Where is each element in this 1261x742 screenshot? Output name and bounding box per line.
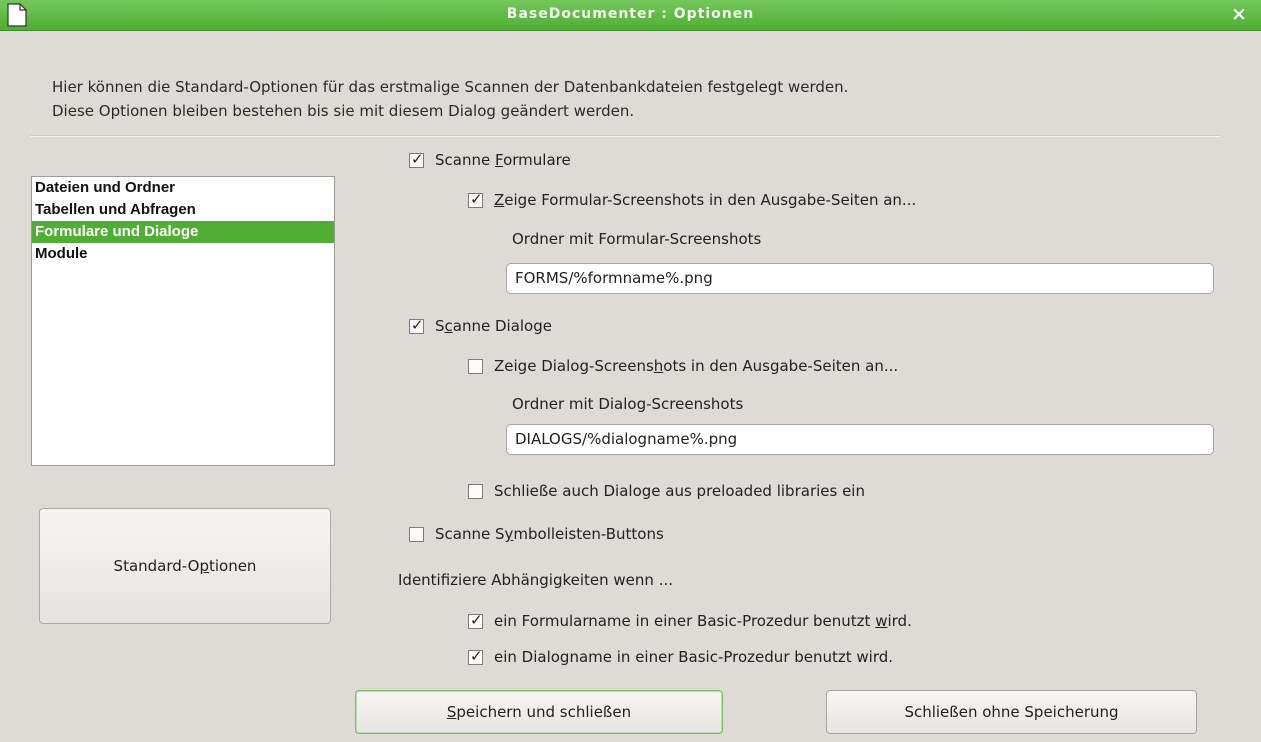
dependencies-label: Identifiziere Abhängigkeiten wenn ... <box>398 571 673 589</box>
checkmark-icon: ✓ <box>470 646 483 665</box>
checkmark-icon: ✓ <box>411 315 424 334</box>
category-item-forms-dialogs[interactable]: Formulare und Dialoge <box>32 221 334 243</box>
checkmark-icon: ✓ <box>411 149 424 168</box>
window-title: BaseDocumenter : Optionen <box>506 6 755 22</box>
scan-dialogs-checkbox-row[interactable]: ✓ Scanne Dialoge <box>409 315 552 337</box>
title-bar: BaseDocumenter : Optionen × <box>0 0 1261 31</box>
show-dialog-screenshots-row[interactable]: Zeige Dialog-Screenshots in den Ausgabe-… <box>468 355 898 377</box>
scan-forms-checkbox[interactable]: ✓ <box>409 149 424 168</box>
show-dialog-screenshots-label: Zeige Dialog-Screenshots in den Ausgabe-… <box>494 357 899 375</box>
close-icon[interactable]: × <box>1229 4 1249 24</box>
scan-dialogs-checkbox[interactable]: ✓ <box>409 315 424 334</box>
dep-dialog-name-checkbox[interactable]: ✓ <box>468 646 483 665</box>
show-form-screenshots-checkbox[interactable]: ✓ <box>468 189 483 208</box>
separator <box>30 135 1220 137</box>
dep-dialog-name-label: ein Dialogname in einer Basic-Prozedur b… <box>494 648 894 666</box>
save-and-close-button[interactable]: Speichern und schließen <box>355 690 723 734</box>
form-folder-label: Ordner mit Formular-Screenshots <box>512 230 762 248</box>
scan-forms-checkbox-row[interactable]: ✓ Scanne Formulare <box>409 149 571 171</box>
scan-toolbar-buttons-label: Scanne Symbolleisten-Buttons <box>435 525 664 543</box>
include-preloaded-checkbox[interactable] <box>468 483 483 499</box>
show-form-screenshots-label: Zeige Formular-Screenshots in den Ausgab… <box>494 191 917 209</box>
dialog-folder-label: Ordner mit Dialog-Screenshots <box>512 395 744 413</box>
dep-form-name-checkbox[interactable]: ✓ <box>468 610 483 629</box>
show-form-screenshots-row[interactable]: ✓ Zeige Formular-Screenshots in den Ausg… <box>468 189 916 211</box>
dep-dialog-name-row[interactable]: ✓ ein Dialogname in einer Basic-Prozedur… <box>468 646 893 668</box>
checkmark-icon: ✓ <box>470 610 483 629</box>
scan-forms-label: Scanne Formulare <box>435 151 571 169</box>
intro-text-line-2: Diese Optionen bleiben bestehen bis sie … <box>52 102 635 120</box>
category-item-tables-queries[interactable]: Tabellen und Abfragen <box>32 199 334 221</box>
scan-toolbar-buttons-row[interactable]: Scanne Symbolleisten-Buttons <box>409 523 664 545</box>
intro-text-line-1: Hier können die Standard-Optionen für da… <box>52 78 849 96</box>
include-preloaded-row[interactable]: Schließe auch Dialoge aus preloaded libr… <box>468 480 865 502</box>
dialog-folder-input[interactable]: DIALOGS/%dialogname%.png <box>506 424 1214 455</box>
form-folder-input[interactable]: FORMS/%formname%.png <box>506 263 1214 294</box>
standard-options-label: Standard-Optionen <box>113 557 257 575</box>
checkmark-icon: ✓ <box>470 189 483 208</box>
dep-form-name-label: ein Formularname in einer Basic-Prozedur… <box>494 612 912 630</box>
category-item-modules[interactable]: Module <box>32 243 334 265</box>
dep-form-name-row[interactable]: ✓ ein Formularname in einer Basic-Prozed… <box>468 610 912 632</box>
standard-options-button[interactable]: Standard-Optionen <box>39 508 331 624</box>
scan-dialogs-label: Scanne Dialoge <box>435 317 552 335</box>
close-without-saving-button[interactable]: Schließen ohne Speicherung <box>826 690 1197 734</box>
save-and-close-label: Speichern und schließen <box>446 703 632 721</box>
show-dialog-screenshots-checkbox[interactable] <box>468 358 483 374</box>
scan-toolbar-buttons-checkbox[interactable] <box>409 526 424 542</box>
category-list[interactable]: Dateien und Ordner Tabellen und Abfragen… <box>31 176 335 466</box>
category-item-files-folders[interactable]: Dateien und Ordner <box>32 177 334 199</box>
include-preloaded-label: Schließe auch Dialoge aus preloaded libr… <box>494 482 865 500</box>
